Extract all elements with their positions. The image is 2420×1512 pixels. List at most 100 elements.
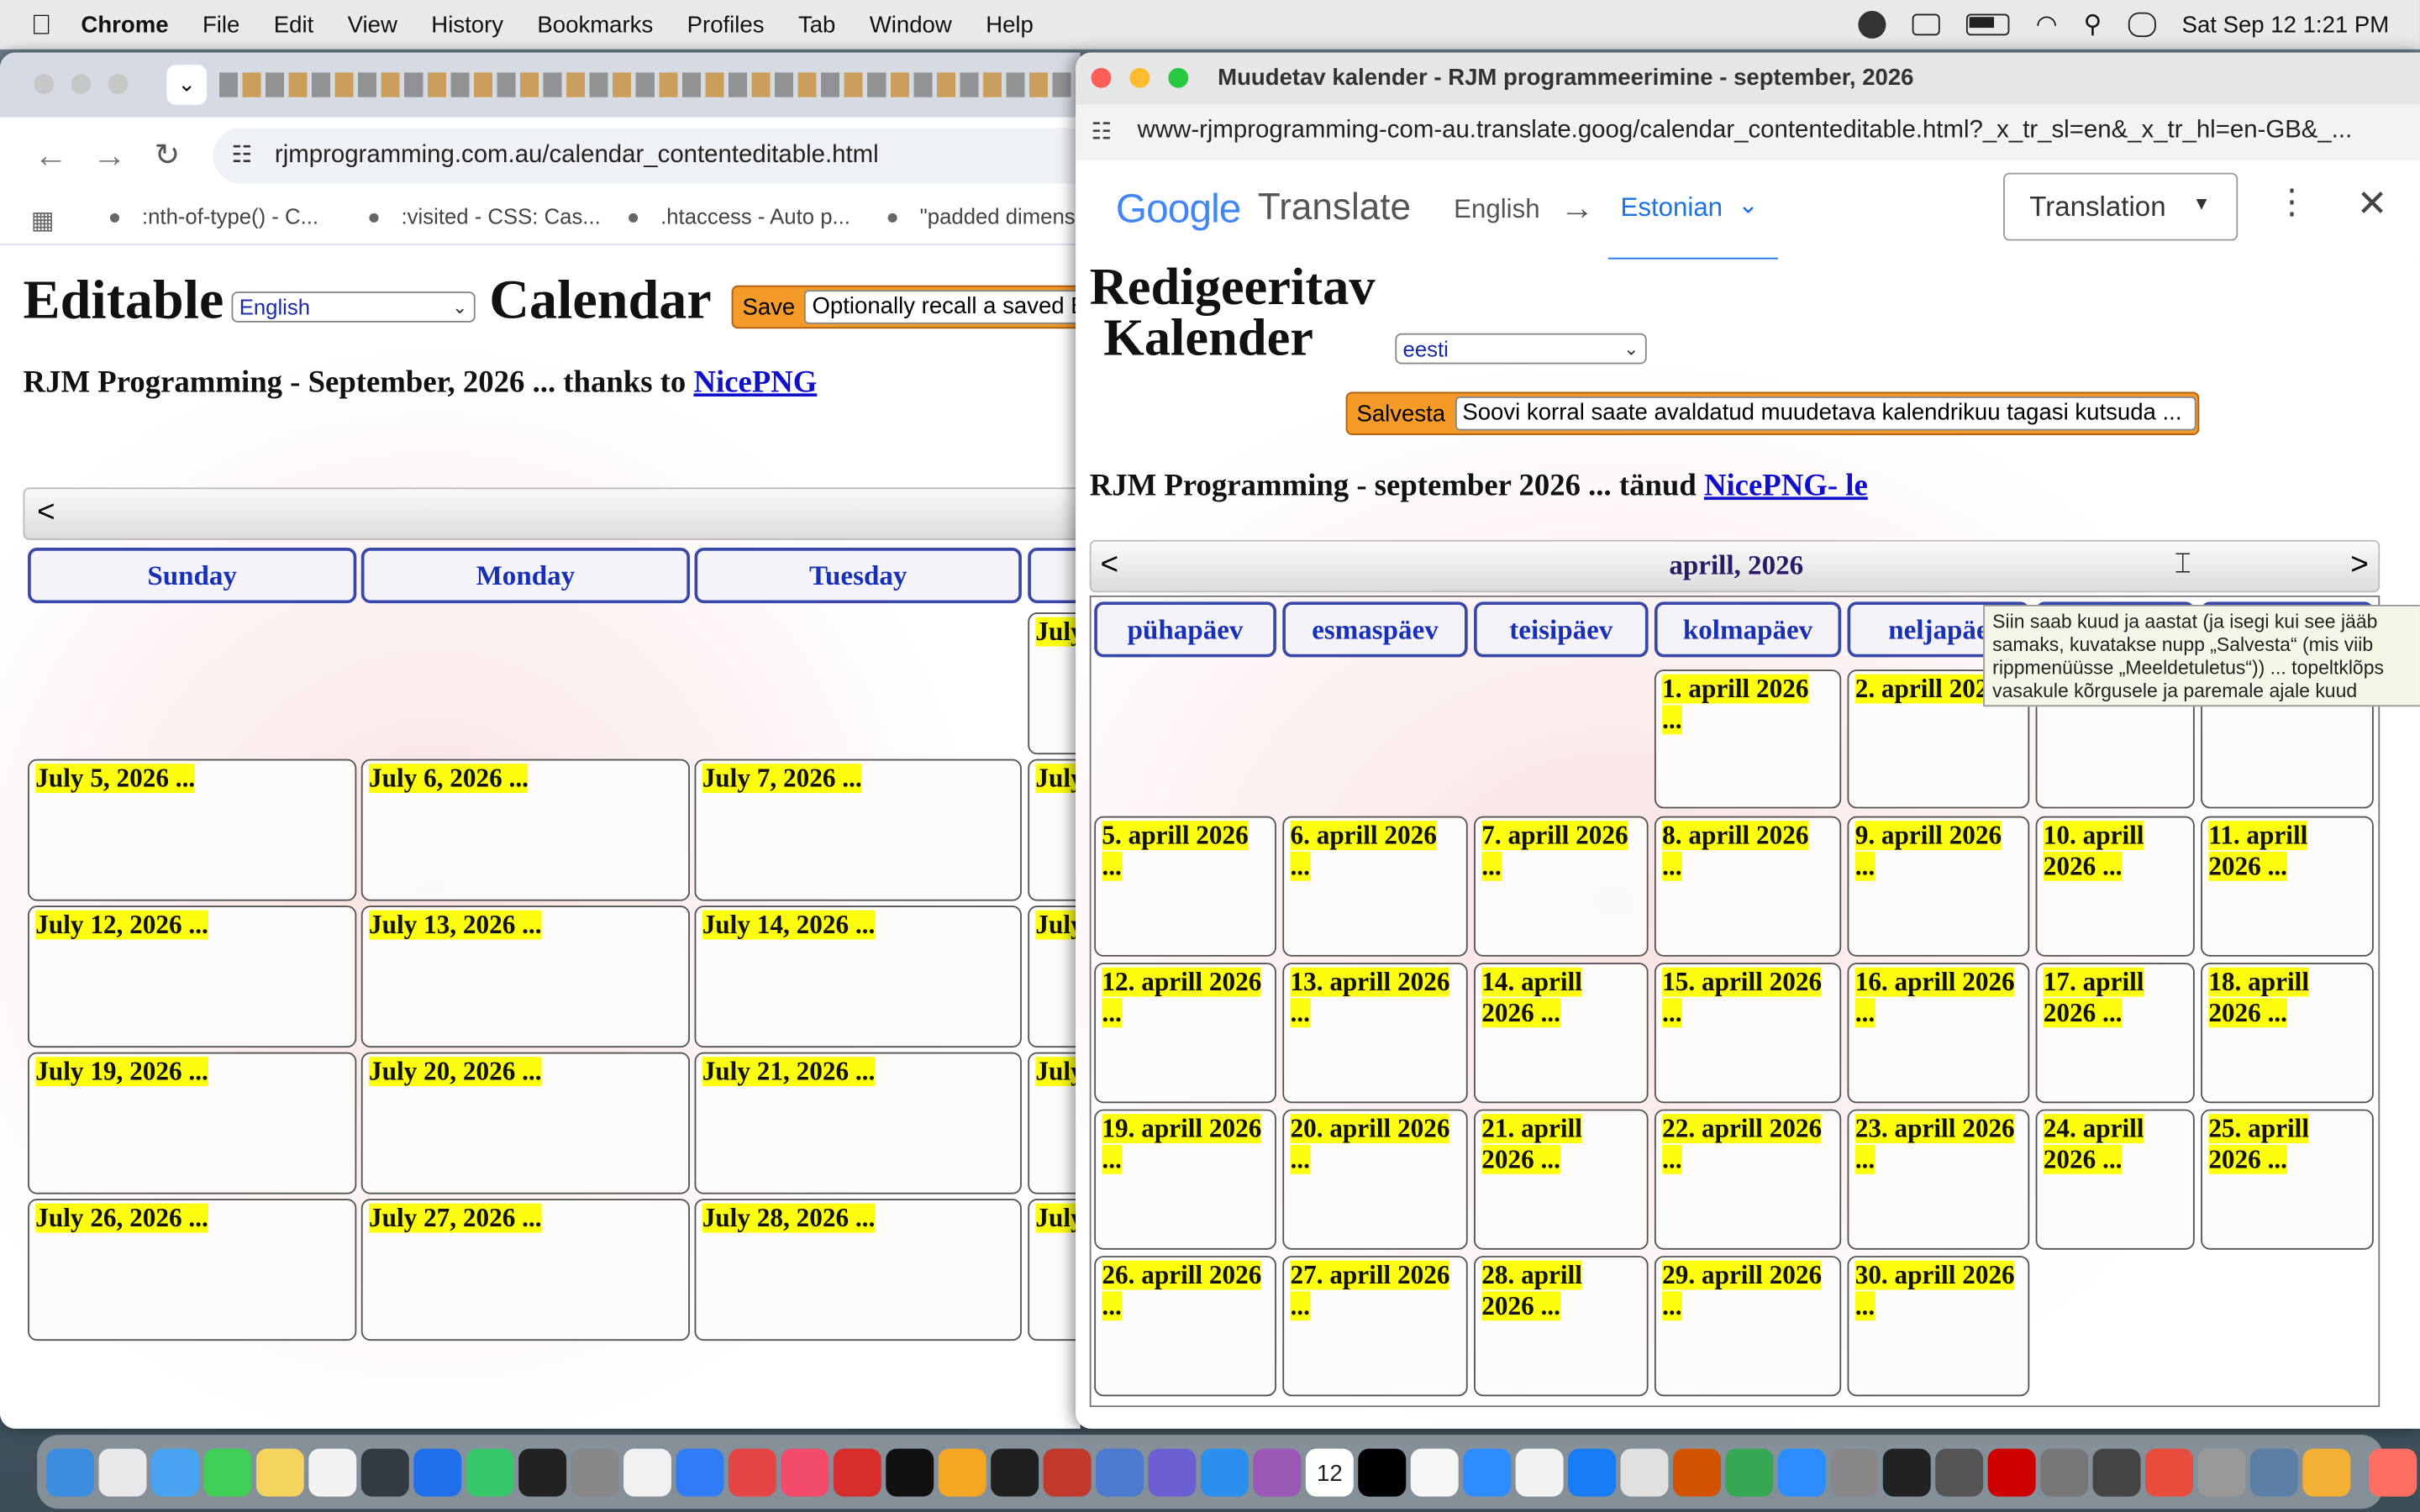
calendar-day-cell[interactable]: 7. aprill 2026 ... <box>1474 816 1649 957</box>
calendar-day-cell[interactable]: July 28, 2026 ... <box>694 1199 1022 1341</box>
calendar-day-cell[interactable]: 29. aprill 2026 ... <box>1654 1256 1842 1397</box>
calendar-day-cell[interactable]: July 6, 2026 ... <box>360 759 691 901</box>
calendar-day-cell[interactable]: 27. aprill 2026 ... <box>1282 1256 1468 1397</box>
wifi-icon[interactable]: ◠ <box>2036 9 2058 40</box>
calendar-day-cell[interactable]: 16. aprill 2026 ... <box>1847 963 2030 1104</box>
calendar-day-cell[interactable]: 21. aprill 2026 ... <box>1474 1109 1649 1250</box>
calendar-date-label[interactable]: 11. aprill 2026 ... <box>2208 821 2308 881</box>
calendar-date-label[interactable]: 1. aprill 2026 ... <box>1662 674 1809 735</box>
calendar-day-cell[interactable]: July 7, 2026 ... <box>694 759 1022 901</box>
calendar-date-label[interactable]: July 27, 2026 ... <box>368 1203 542 1233</box>
calendar-day-cell[interactable]: 8. aprill 2026 ... <box>1654 816 1842 957</box>
calendar-date-label[interactable]: 17. aprill 2026 ... <box>2043 967 2144 1028</box>
calendar-day-cell[interactable]: 18. aprill 2026 ... <box>2201 963 2374 1104</box>
dock-app-icon[interactable] <box>1882 1447 1931 1496</box>
calendar-date-label[interactable]: July <box>1035 1057 1081 1087</box>
calendar-date-label[interactable]: July <box>1035 910 1081 940</box>
dock-app-icon[interactable] <box>1463 1447 1512 1496</box>
dock-app-icon[interactable] <box>728 1447 776 1496</box>
bookmark-1[interactable]: :nth-of-type() - C... <box>142 203 318 228</box>
dock-app-icon[interactable] <box>2302 1447 2351 1496</box>
calendar-date-label[interactable]: 7. aprill 2026 ... <box>1481 821 1628 881</box>
calendar-date-label[interactable]: July <box>1035 764 1081 794</box>
dock-app-icon[interactable] <box>46 1447 95 1496</box>
more-options-icon[interactable]: ⋮ <box>2275 182 2308 223</box>
calendar-date-label[interactable]: 21. aprill 2026 ... <box>1481 1114 1582 1174</box>
calendar-day-cell[interactable]: July 13, 2026 ... <box>360 906 691 1048</box>
spotlight-search-icon[interactable]: ⚲ <box>2084 9 2102 40</box>
dock-app-icon[interactable] <box>1096 1447 1144 1496</box>
dock-app-icon[interactable] <box>2040 1447 2089 1496</box>
target-language-tab[interactable]: Estonian ⌄ <box>1607 160 1778 263</box>
calendar-date-label[interactable]: 5. aprill 2026 ... <box>1102 821 1249 881</box>
calendar-date-label[interactable]: July 7, 2026 ... <box>702 764 862 794</box>
calendar-date-label[interactable]: 30. aprill 2026 ... <box>1854 1260 2015 1321</box>
dock-app-icon[interactable] <box>203 1447 252 1496</box>
menu-help[interactable]: Help <box>969 12 1050 38</box>
minimize-window-button[interactable] <box>71 74 92 95</box>
calendar-day-cell-partial[interactable]: July <box>1028 759 1081 901</box>
calendar-day-cell[interactable]: 5. aprill 2026 ... <box>1094 816 1276 957</box>
minimize-window-button[interactable] <box>1129 67 1150 88</box>
dock-app-icon[interactable] <box>1358 1447 1407 1496</box>
calendar-day-cell[interactable]: 20. aprill 2026 ... <box>1282 1109 1468 1250</box>
calendar-day-cell[interactable]: July 21, 2026 ... <box>694 1052 1022 1194</box>
next-month-button[interactable]: > <box>2350 548 2368 583</box>
bookmark-4[interactable]: "padded dimens <box>920 203 1076 228</box>
dock-app-icon[interactable] <box>255 1447 304 1496</box>
calendar-date-label[interactable]: 6. aprill 2026 ... <box>1290 821 1437 881</box>
dock-app-icon[interactable] <box>1725 1447 1774 1496</box>
menu-edit[interactable]: Edit <box>257 12 331 38</box>
calendar-date-label[interactable]: 16. aprill 2026 ... <box>1854 967 2015 1028</box>
dock-app-icon[interactable] <box>360 1447 409 1496</box>
dock-app-icon[interactable] <box>1777 1447 1826 1496</box>
calendar-day-cell[interactable]: 15. aprill 2026 ... <box>1654 963 1842 1104</box>
calendar-date-label[interactable]: 12. aprill 2026 ... <box>1102 967 1262 1028</box>
zoom-window-button[interactable] <box>1168 67 1189 88</box>
dock-app-icon[interactable] <box>1987 1447 2036 1496</box>
menu-bookmarks[interactable]: Bookmarks <box>520 12 670 38</box>
dock-app-icon[interactable] <box>1148 1447 1197 1496</box>
calendar-date-label[interactable]: July <box>1035 1203 1081 1233</box>
dock-app-icon[interactable] <box>1410 1447 1459 1496</box>
dock-app-icon[interactable] <box>938 1447 986 1496</box>
nicepng-link[interactable]: NicePNG <box>693 365 817 399</box>
dock-app-icon[interactable] <box>571 1447 619 1496</box>
dock-app-icon[interactable] <box>150 1447 199 1496</box>
dock-app-icon[interactable] <box>1935 1447 1984 1496</box>
dock-app-icon[interactable] <box>991 1447 1039 1496</box>
app-menu[interactable]: Chrome <box>64 12 186 38</box>
dock-app-icon[interactable] <box>1568 1447 1617 1496</box>
calendar-date-label[interactable]: July 21, 2026 ... <box>702 1057 876 1087</box>
calendar-date-label[interactable]: 13. aprill 2026 ... <box>1290 967 1450 1028</box>
dock-app-icon[interactable] <box>466 1447 514 1496</box>
save-button[interactable]: Salvesta <box>1347 401 1455 427</box>
calendar-date-label[interactable]: July <box>1035 617 1081 647</box>
close-window-button[interactable] <box>1091 67 1112 88</box>
menu-file[interactable]: File <box>186 12 257 38</box>
calendar-day-cell[interactable]: July 19, 2026 ... <box>28 1052 357 1194</box>
dock-app-icon[interactable] <box>2249 1447 2298 1496</box>
nicepng-link[interactable]: NicePNG- le <box>1704 469 1868 502</box>
dock-app-icon[interactable] <box>781 1447 829 1496</box>
apps-grid-icon[interactable]: ▦ <box>31 205 55 236</box>
dock-app-icon[interactable] <box>1200 1447 1249 1496</box>
source-language[interactable]: English <box>1454 194 1539 225</box>
menu-history[interactable]: History <box>414 12 520 38</box>
calendar-date-label[interactable]: 8. aprill 2026 ... <box>1662 821 1809 881</box>
dock-app-icon[interactable] <box>1830 1447 1879 1496</box>
calendar-day-cell[interactable]: July 14, 2026 ... <box>694 906 1022 1048</box>
calendar-date-label[interactable]: 2. aprill 202 <box>1854 674 1989 704</box>
calendar-date-label[interactable]: 10. aprill 2026 ... <box>2043 821 2144 881</box>
battery-icon[interactable] <box>1966 13 2010 36</box>
calendar-day-cell[interactable]: 19. aprill 2026 ... <box>1094 1109 1276 1250</box>
dock-app-icon[interactable] <box>886 1447 934 1496</box>
calendar-date-label[interactable]: July 19, 2026 ... <box>35 1057 208 1087</box>
calendar-day-cell[interactable]: 26. aprill 2026 ... <box>1094 1256 1276 1397</box>
calendar-day-cell[interactable]: 13. aprill 2026 ... <box>1282 963 1468 1104</box>
tab-search-icon[interactable]: ⌄ <box>166 65 208 105</box>
calendar-date-label[interactable]: 20. aprill 2026 ... <box>1290 1114 1450 1174</box>
calendar-day-cell-partial[interactable]: July <box>1028 1052 1081 1194</box>
calendar-date-label[interactable]: 14. aprill 2026 ... <box>1481 967 1582 1028</box>
calendar-day-cell[interactable]: 11. aprill 2026 ... <box>2201 816 2374 957</box>
